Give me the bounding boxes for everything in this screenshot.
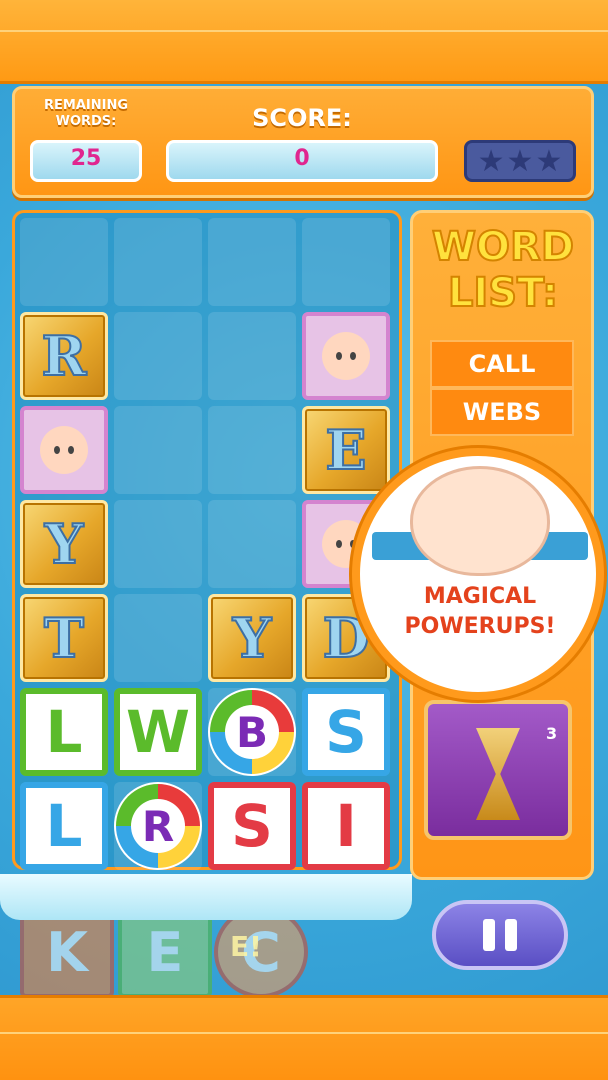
letter-tile[interactable]: S	[302, 688, 390, 776]
board-cell	[114, 594, 202, 682]
tile-letter: Y	[232, 605, 273, 671]
tile-letter: S	[231, 792, 273, 860]
board-cell	[208, 218, 296, 306]
tile-letter: R	[131, 799, 185, 853]
word-list-title-line1: WORD	[431, 223, 575, 271]
popup-line2: POWERUPS!	[404, 614, 556, 639]
word-list-item: WEBS	[430, 388, 574, 436]
letter-tile[interactable]: E	[302, 406, 390, 494]
board-cell	[114, 218, 202, 306]
letter-tile[interactable]: L	[20, 688, 108, 776]
remaining-words-label: REMAINING WORDS:	[44, 98, 128, 129]
tile-letter: R	[41, 323, 88, 389]
baby-tile[interactable]	[20, 406, 108, 494]
board-cell	[114, 312, 202, 400]
board-cell	[20, 218, 108, 306]
tile-letter: L	[45, 792, 83, 860]
baby-face-icon	[40, 426, 88, 474]
star-icon: ★	[477, 143, 505, 179]
score-value: 0	[166, 140, 438, 182]
tile-letter: Y	[44, 511, 85, 577]
board-cell	[208, 312, 296, 400]
tile-letter: S	[325, 698, 367, 766]
letter-tile[interactable]: L	[20, 782, 108, 870]
tile-letter: T	[43, 605, 85, 671]
tile-letter: W	[126, 698, 190, 766]
tile-letter: B	[225, 705, 279, 759]
letter-tile[interactable]: B	[208, 688, 296, 776]
powerup-count: 3	[546, 724, 558, 743]
board-cell	[208, 500, 296, 588]
letter-tile[interactable]: Y	[20, 500, 108, 588]
pause-button[interactable]	[432, 900, 568, 970]
letter-tile[interactable]: S	[208, 782, 296, 870]
word-list-item: CALL	[430, 340, 574, 388]
remaining-words-value: 25	[30, 140, 142, 182]
tile-letter: L	[45, 698, 83, 766]
board-cell	[114, 500, 202, 588]
star-icon: ★	[506, 143, 534, 179]
word-list-title: WORD LIST:	[418, 223, 588, 317]
baby-face-icon	[322, 332, 370, 380]
tile-letter: I	[335, 792, 357, 860]
powerup-popup-text: MAGICAL POWERUPS!	[372, 582, 588, 642]
letter-tile[interactable]: R	[114, 782, 202, 870]
hourglass-icon	[476, 728, 520, 820]
score-label: SCORE:	[252, 104, 352, 132]
popup-line1: MAGICAL	[423, 584, 537, 609]
tile-letter: E	[324, 417, 367, 483]
bottom-bar	[0, 995, 608, 1080]
letter-tile[interactable]: I	[302, 782, 390, 870]
word-list-title-line2: LIST:	[447, 269, 559, 317]
top-bar	[0, 0, 608, 84]
letter-tile[interactable]: T	[20, 594, 108, 682]
bottom-hint-text: E!	[230, 930, 262, 963]
star-icon: ★	[535, 143, 563, 179]
board-cell	[208, 406, 296, 494]
hourglass-powerup-button[interactable]	[424, 700, 572, 840]
letter-tile[interactable]: R	[20, 312, 108, 400]
board-cell	[302, 218, 390, 306]
ice-decoration	[0, 874, 412, 920]
letter-tile[interactable]: Y	[208, 594, 296, 682]
baby-tile[interactable]	[302, 312, 390, 400]
board-cell	[114, 406, 202, 494]
star-rating: ★ ★ ★	[464, 140, 576, 182]
baby-mascot-icon	[410, 466, 550, 576]
letter-tile[interactable]: W	[114, 688, 202, 776]
